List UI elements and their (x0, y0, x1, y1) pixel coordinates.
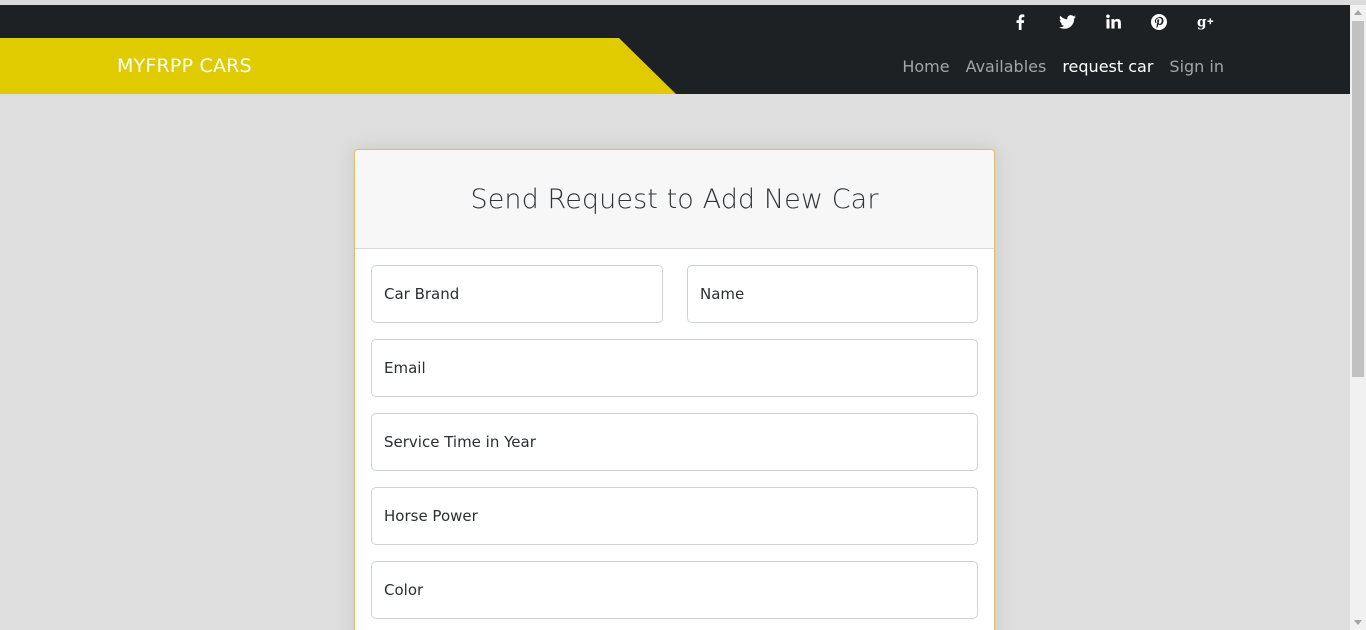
card-header: Send Request to Add New Car (355, 150, 994, 249)
google-plus-icon[interactable]: g (1192, 5, 1220, 38)
brand-logo[interactable]: MYFRPP CARS (117, 38, 252, 94)
horse-power-input[interactable] (371, 487, 978, 545)
nav-link-sign-in[interactable]: Sign in (1169, 57, 1224, 76)
form-title: Send Request to Add New Car (470, 183, 879, 215)
pinterest-icon[interactable] (1145, 5, 1173, 38)
twitter-icon[interactable] (1053, 5, 1081, 38)
car-brand-input[interactable] (371, 265, 663, 323)
service-time-input[interactable] (371, 413, 978, 471)
nav-link-availables[interactable]: Availables (966, 57, 1047, 76)
scroll-down-arrow-icon[interactable] (1354, 620, 1362, 625)
name-input[interactable] (687, 265, 978, 323)
scroll-up-arrow-icon[interactable] (1354, 10, 1362, 15)
nav-links: Home Availables request car Sign in (902, 38, 1224, 94)
page-scrollbar[interactable] (1350, 5, 1366, 630)
color-input[interactable] (371, 561, 978, 619)
nav-link-request-car[interactable]: request car (1062, 57, 1153, 76)
scroll-thumb[interactable] (1352, 21, 1364, 377)
social-bar: g (0, 5, 1350, 38)
brand-band (0, 38, 676, 94)
email-input[interactable] (371, 339, 978, 397)
facebook-icon[interactable] (1006, 5, 1034, 38)
svg-text:g: g (1197, 14, 1207, 30)
nav-link-home[interactable]: Home (902, 57, 949, 76)
linkedin-icon[interactable] (1099, 5, 1127, 38)
navbar: MYFRPP CARS Home Availables request car … (0, 38, 1350, 94)
request-car-form-card: Send Request to Add New Car (354, 149, 995, 630)
